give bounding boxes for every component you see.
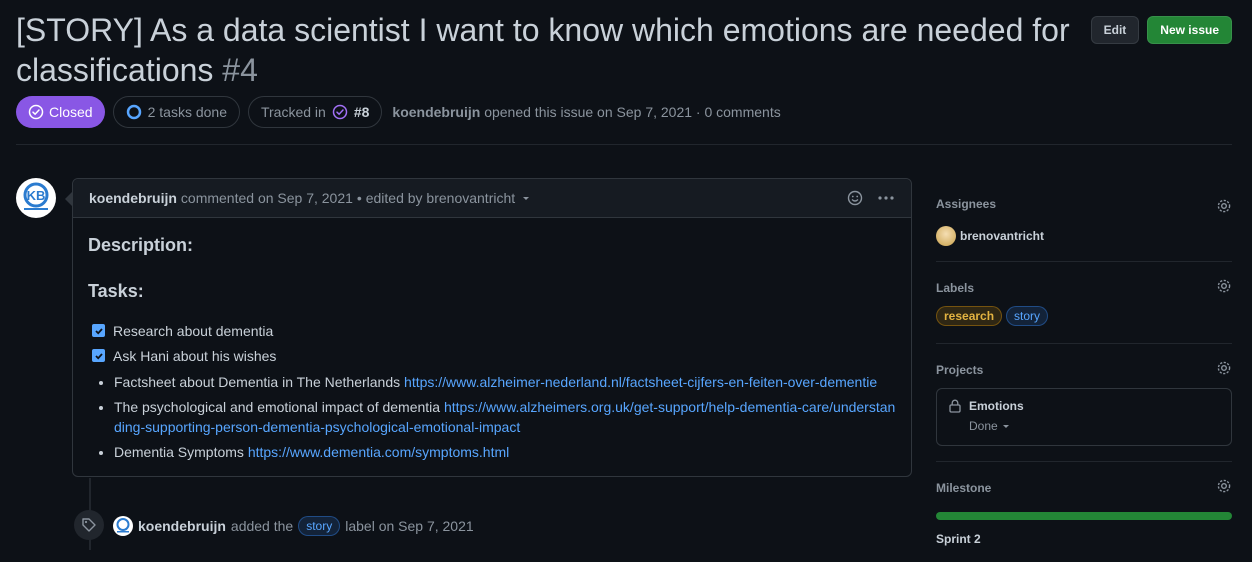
assignee[interactable]: brenovantricht [936,226,1232,246]
assignee-name: brenovantricht [960,229,1045,243]
gear-icon[interactable] [1216,478,1232,494]
research-label[interactable]: research [936,306,1003,326]
comment-actions [847,190,895,206]
projects-section: Projects Emotions Done [936,344,1232,462]
description-heading: Description: [88,235,194,255]
project-name[interactable]: Emotions [969,399,1024,413]
project-name-row: Emotions [949,399,1219,413]
event-action: added the [230,518,294,534]
link-description: Factsheet about Dementia in The Netherla… [114,374,401,390]
milestone-section: Milestone Sprint 2 [936,462,1232,562]
link-description: The psychological and emotional impact o… [114,399,441,415]
list-item: Dementia Symptoms https://www.dementia.c… [114,442,896,462]
kb-logo-icon [116,518,130,533]
avatar [936,226,956,246]
list-item: Factsheet about Dementia in The Netherla… [114,372,896,392]
comment-meta[interactable]: commented on Sep 7, 2021 [181,190,353,206]
task-label: Research about dementia [113,322,274,339]
labels-list: research story [936,306,1232,326]
list-item: The psychological and emotional impact o… [114,397,896,437]
story-label[interactable]: story [298,516,341,536]
project-status: Done [969,419,998,433]
comment-author-link[interactable]: koendebruijn [89,190,177,206]
task-checkbox[interactable] [92,349,105,362]
logo-text: KB [27,188,46,203]
state-badge: Closed [16,96,105,128]
opened-meta: opened this issue on Sep 7, 2021 · 0 com… [484,104,781,120]
edited-history-dropdown[interactable]: • edited by brenovantricht [357,190,531,206]
kebab-menu-icon[interactable] [877,190,895,206]
issue-meta: Closed 2 tasks done Tracked in #8 koende… [16,96,781,128]
avatar[interactable] [113,516,133,536]
issue-comment: koendebruijn commented on Sep 7, 2021 • … [65,178,912,477]
check-icon [94,327,103,335]
assignees-section: Assignees brenovantricht [936,194,1232,262]
gear-icon[interactable] [1216,360,1232,376]
header-actions: Edit New issue [1090,16,1232,44]
link-description: Dementia Symptoms [114,444,244,460]
progress-circle-icon [126,104,141,120]
tracked-in-label: Tracked in [260,104,326,120]
avatar[interactable]: KB [16,178,56,218]
opened-by-text: koendebruijn opened this issue on Sep 7,… [392,104,780,120]
issue-sidebar: Assignees brenovantricht Labels research… [936,190,1232,562]
tasks-done-pill[interactable]: 2 tasks done [112,96,240,128]
milestone-title[interactable]: Milestone [936,478,1232,498]
issue-closed-icon [28,104,44,120]
issue-number: #4 [222,52,258,88]
projects-title[interactable]: Projects [936,360,1232,380]
issue-title-text: [STORY] As a data scientist I want to kn… [16,12,1070,88]
issue-title: [STORY] As a data scientist I want to kn… [16,10,1076,90]
story-label[interactable]: story [1006,306,1049,326]
kb-logo-icon: KB [23,182,49,210]
issue-author-link[interactable]: koendebruijn [392,104,480,120]
labels-title[interactable]: Labels [936,278,1232,298]
event-author-link[interactable]: koendebruijn [138,518,226,534]
chevron-down-icon [523,197,530,200]
smiley-icon[interactable] [847,190,863,206]
comment-header: koendebruijn commented on Sep 7, 2021 • … [73,179,911,218]
lock-icon [949,399,961,413]
tracked-in-ref[interactable]: #8 [354,104,370,120]
header-divider [16,144,1232,145]
timeline-event: koendebruijn added the story label on Se… [113,514,474,538]
task-item: Research about dementia [88,318,896,343]
gear-icon[interactable] [1216,278,1232,294]
milestone-name[interactable]: Sprint 2 [936,532,1232,546]
timeline-badge [74,510,104,540]
task-checkbox[interactable] [92,324,105,337]
tracked-in-pill[interactable]: Tracked in #8 [247,96,383,128]
edit-button[interactable]: Edit [1090,16,1140,44]
issue-closed-icon [332,104,348,120]
check-icon [94,352,103,360]
event-suffix[interactable]: label on Sep 7, 2021 [345,518,473,534]
comment-body: Description: Tasks: Research about demen… [73,218,911,481]
gear-icon[interactable] [1216,198,1232,214]
tag-icon [82,518,96,532]
assignees-title[interactable]: Assignees [936,194,1232,214]
task-label: Ask Hani about his wishes [113,347,277,364]
labels-section: Labels research story [936,262,1232,344]
resource-link[interactable]: https://www.alzheimer-nederland.nl/facts… [404,374,877,390]
task-item: Ask Hani about his wishes [88,343,896,368]
chevron-down-icon [1002,425,1009,428]
tasks-done-label: 2 tasks done [147,104,227,120]
project-card: Emotions Done [936,388,1232,446]
state-label: Closed [49,104,93,120]
tasks-heading: Tasks: [88,281,144,301]
new-issue-button[interactable]: New issue [1147,16,1232,44]
milestone-progress-bar [936,512,1232,520]
edited-by-text: • edited by brenovantricht [356,190,516,206]
project-status-dropdown[interactable]: Done [969,419,1219,433]
resource-link[interactable]: https://www.dementia.com/symptoms.html [248,444,509,460]
resource-list: Factsheet about Dementia in The Netherla… [88,372,896,462]
